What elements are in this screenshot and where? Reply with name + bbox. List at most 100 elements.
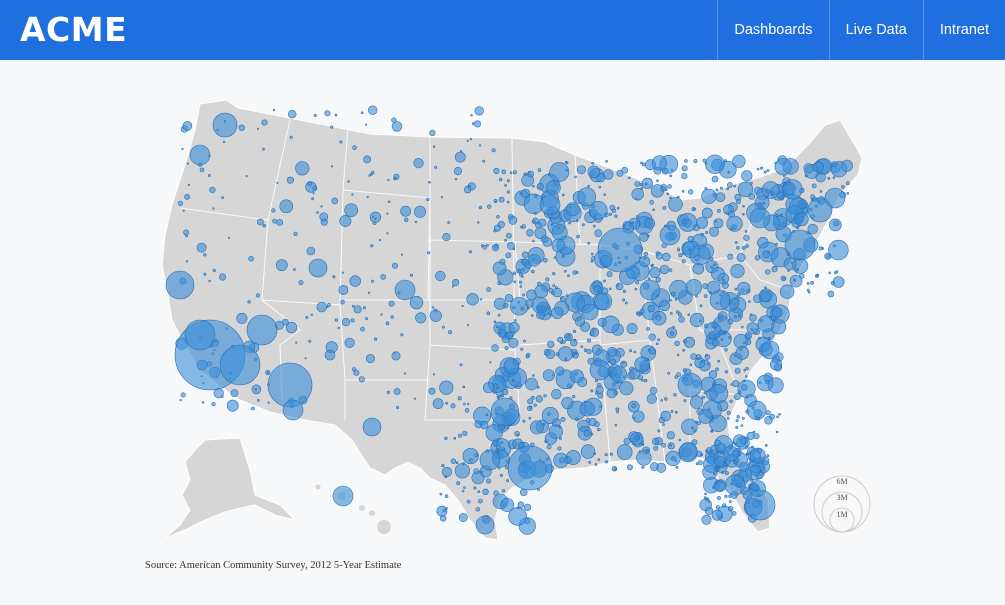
county-bubble xyxy=(539,194,561,216)
county-bubble xyxy=(196,242,207,253)
county-bubble xyxy=(486,287,491,293)
county-bubble xyxy=(765,189,771,194)
county-bubble xyxy=(349,275,361,287)
legend-label-3m: 3M xyxy=(836,493,847,502)
county-bubble xyxy=(474,453,479,458)
county-bubble xyxy=(548,287,554,293)
county-bubble xyxy=(594,463,598,466)
county-bubble xyxy=(529,420,544,435)
county-bubble xyxy=(765,269,771,275)
county-bubble xyxy=(818,246,823,251)
county-bubble xyxy=(520,306,525,311)
county-bubble xyxy=(456,481,461,486)
county-bubble xyxy=(807,290,811,294)
brand-logo[interactable]: ACME xyxy=(0,0,127,60)
county-bubble xyxy=(622,289,627,294)
county-bubble xyxy=(448,330,453,335)
county-bubble xyxy=(627,464,633,471)
county-bubble xyxy=(645,449,649,453)
county-bubble xyxy=(520,347,524,351)
county-bubble xyxy=(266,371,270,374)
county-bubble xyxy=(404,217,409,223)
county-bubble xyxy=(340,300,345,305)
county-bubble xyxy=(432,398,444,409)
county-bubble xyxy=(783,257,797,271)
county-bubble xyxy=(784,229,816,261)
county-bubble xyxy=(535,395,543,403)
county-bubble xyxy=(341,271,345,274)
county-bubble xyxy=(711,339,720,347)
county-bubble xyxy=(394,279,416,301)
county-bubble xyxy=(316,301,327,313)
county-bubble xyxy=(208,279,211,283)
county-bubble xyxy=(428,387,436,395)
county-bubble xyxy=(615,380,619,384)
county-bubble xyxy=(525,377,538,391)
county-bubble xyxy=(576,165,586,175)
county-bubble xyxy=(285,321,298,334)
county-bubble xyxy=(722,503,727,508)
county-bubble xyxy=(474,420,483,429)
county-bubble xyxy=(657,429,661,433)
county-bubble xyxy=(658,300,670,312)
county-bubble xyxy=(413,205,426,218)
county-bubble xyxy=(701,188,717,204)
county-bubble xyxy=(207,173,211,177)
county-bubble xyxy=(662,205,667,210)
county-bubble xyxy=(276,219,284,226)
county-bubble xyxy=(344,203,359,217)
county-bubble xyxy=(324,110,331,117)
county-bubble xyxy=(703,323,709,329)
county-bubble xyxy=(846,192,850,195)
county-bubble xyxy=(720,338,724,341)
county-bubble xyxy=(684,159,688,163)
county-bubble xyxy=(511,379,515,382)
county-bubble xyxy=(486,244,489,247)
nav-dashboards[interactable]: Dashboards xyxy=(717,0,828,60)
county-bubble xyxy=(657,338,661,342)
county-bubble xyxy=(561,396,574,410)
county-bubble xyxy=(573,352,577,356)
county-bubble xyxy=(754,255,760,261)
county-bubble xyxy=(739,462,750,473)
county-bubble xyxy=(604,453,608,457)
county-bubble xyxy=(636,215,639,218)
county-bubble xyxy=(716,466,720,471)
county-bubble xyxy=(262,147,265,151)
county-bubble xyxy=(709,289,731,311)
county-bubble xyxy=(466,293,479,306)
county-bubble xyxy=(369,172,373,176)
nav-intranet[interactable]: Intranet xyxy=(922,0,1005,60)
county-bubble xyxy=(506,190,510,194)
county-bubble xyxy=(681,219,687,225)
county-bubble xyxy=(660,399,664,402)
county-bubble xyxy=(711,175,719,183)
county-bubble xyxy=(587,184,591,188)
county-bubble xyxy=(254,388,257,391)
county-bubble xyxy=(833,220,840,227)
county-bubble xyxy=(452,279,460,287)
county-bubble xyxy=(339,215,352,227)
county-bubble xyxy=(845,181,850,186)
county-bubble xyxy=(648,347,656,355)
county-bubble xyxy=(320,205,323,208)
county-bubble xyxy=(717,496,721,500)
county-bubble xyxy=(715,188,719,192)
county-bubble xyxy=(764,286,767,289)
county-bubble xyxy=(610,366,628,384)
county-bubble xyxy=(505,252,512,259)
county-bubble xyxy=(469,137,473,141)
county-bubble xyxy=(506,479,510,483)
county-bubble xyxy=(370,279,374,283)
county-bubble xyxy=(724,474,746,496)
county-bubble xyxy=(477,490,481,494)
county-bubble xyxy=(353,305,362,314)
county-bubble xyxy=(474,106,484,116)
county-bubble xyxy=(828,239,849,261)
nav-live-data[interactable]: Live Data xyxy=(828,0,923,60)
county-bubble xyxy=(766,169,770,172)
county-bubble xyxy=(727,170,731,174)
county-bubble xyxy=(493,229,497,233)
county-bubble xyxy=(695,420,698,424)
hawaii-islands xyxy=(315,484,391,534)
